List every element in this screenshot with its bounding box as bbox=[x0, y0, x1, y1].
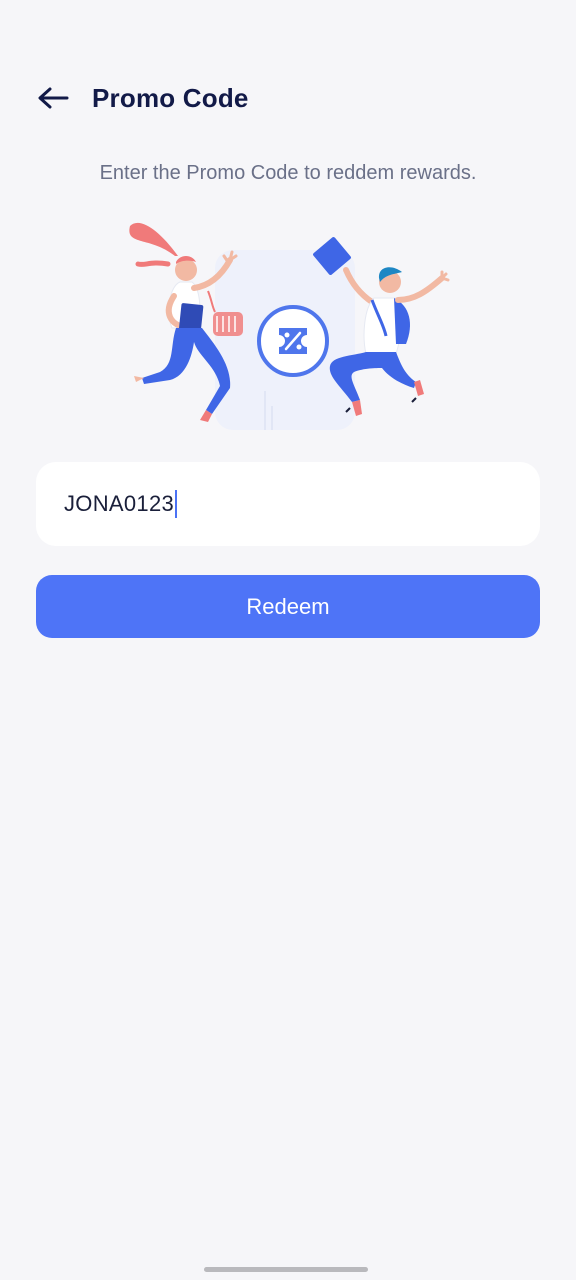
promo-code-input[interactable]: JONA0123 bbox=[64, 491, 174, 517]
promo-code-screen: Promo Code Enter the Promo Code to redde… bbox=[0, 0, 576, 1280]
arrow-left-icon bbox=[38, 87, 69, 109]
text-caret bbox=[175, 490, 178, 518]
home-indicator[interactable] bbox=[204, 1267, 368, 1272]
promo-illustration bbox=[129, 222, 450, 430]
header: Promo Code bbox=[36, 76, 249, 120]
page-title: Promo Code bbox=[92, 82, 249, 113]
page-subtitle: Enter the Promo Code to reddem rewards. bbox=[99, 162, 477, 184]
redeem-button[interactable]: Redeem bbox=[36, 575, 540, 638]
discount-ticket-icon bbox=[257, 305, 329, 377]
promo-code-field[interactable]: JONA0123 bbox=[36, 462, 540, 546]
back-button[interactable] bbox=[36, 76, 70, 120]
